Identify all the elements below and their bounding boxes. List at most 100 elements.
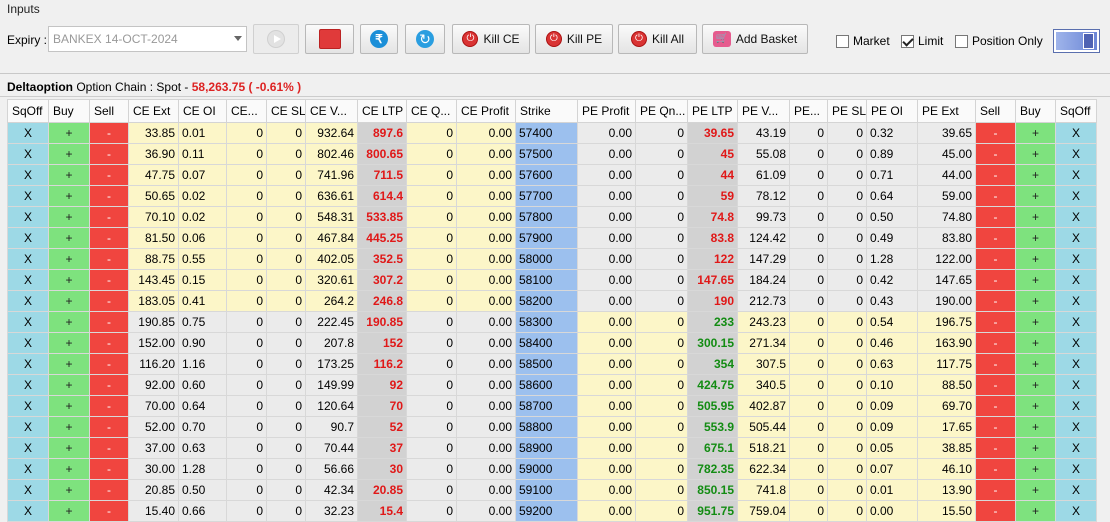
sell-button[interactable]: - [89, 269, 129, 291]
sell-button[interactable]: - [89, 206, 129, 228]
sell-button[interactable]: - [975, 122, 1016, 144]
sell-button[interactable]: - [89, 416, 129, 438]
buy-button[interactable]: + [48, 500, 90, 522]
column-header[interactable]: SqOff [1055, 99, 1097, 123]
sell-button[interactable]: - [975, 248, 1016, 270]
sell-button[interactable]: - [975, 269, 1016, 291]
buy-button[interactable]: + [1015, 122, 1056, 144]
column-header[interactable]: Sell [975, 99, 1016, 123]
sqoff-button[interactable]: X [7, 164, 49, 186]
sell-button[interactable]: - [975, 374, 1016, 396]
sqoff-button[interactable]: X [1055, 311, 1097, 333]
sqoff-button[interactable]: X [1055, 437, 1097, 459]
sell-button[interactable]: - [89, 164, 129, 186]
sell-button[interactable]: - [89, 353, 129, 375]
buy-button[interactable]: + [48, 374, 90, 396]
buy-button[interactable]: + [1015, 437, 1056, 459]
buy-button[interactable]: + [1015, 458, 1056, 480]
sqoff-button[interactable]: X [1055, 185, 1097, 207]
buy-button[interactable]: + [1015, 311, 1056, 333]
buy-button[interactable]: + [48, 164, 90, 186]
refresh-button[interactable]: ↻ [405, 24, 445, 54]
buy-button[interactable]: + [1015, 500, 1056, 522]
buy-button[interactable]: + [1015, 353, 1056, 375]
sqoff-button[interactable]: X [7, 353, 49, 375]
sell-button[interactable]: - [89, 479, 129, 501]
sell-button[interactable]: - [975, 458, 1016, 480]
sqoff-button[interactable]: X [7, 374, 49, 396]
sqoff-button[interactable]: X [1055, 227, 1097, 249]
sqoff-button[interactable]: X [7, 311, 49, 333]
column-header[interactable]: PE Profit [577, 99, 636, 123]
position-only-checkbox[interactable]: Position Only [955, 34, 1043, 48]
sqoff-button[interactable]: X [7, 458, 49, 480]
sqoff-button[interactable]: X [7, 479, 49, 501]
buy-button[interactable]: + [1015, 479, 1056, 501]
sell-button[interactable]: - [975, 479, 1016, 501]
sqoff-button[interactable]: X [7, 290, 49, 312]
sell-button[interactable]: - [975, 500, 1016, 522]
column-header[interactable]: PE OI [866, 99, 918, 123]
buy-button[interactable]: + [1015, 206, 1056, 228]
sqoff-button[interactable]: X [1055, 458, 1097, 480]
column-header[interactable]: CE... [226, 99, 267, 123]
buy-button[interactable]: + [48, 437, 90, 459]
limit-checkbox[interactable]: Limit [901, 34, 943, 48]
column-header[interactable]: SqOff [7, 99, 49, 123]
buy-button[interactable]: + [1015, 374, 1056, 396]
sqoff-button[interactable]: X [7, 332, 49, 354]
sell-button[interactable]: - [89, 122, 129, 144]
column-header[interactable]: CE Profit [456, 99, 516, 123]
buy-button[interactable]: + [1015, 248, 1056, 270]
sell-button[interactable]: - [89, 374, 129, 396]
column-header[interactable]: Buy [1015, 99, 1056, 123]
buy-button[interactable]: + [48, 122, 90, 144]
sqoff-button[interactable]: X [7, 500, 49, 522]
sell-button[interactable]: - [975, 185, 1016, 207]
sqoff-button[interactable]: X [7, 248, 49, 270]
mode-toggle[interactable] [1053, 29, 1100, 53]
column-header[interactable]: PE... [789, 99, 828, 123]
buy-button[interactable]: + [1015, 395, 1056, 417]
buy-button[interactable]: + [48, 458, 90, 480]
sqoff-button[interactable]: X [1055, 269, 1097, 291]
buy-button[interactable]: + [1015, 332, 1056, 354]
buy-button[interactable]: + [48, 479, 90, 501]
sell-button[interactable]: - [89, 143, 129, 165]
kill-pe-button[interactable]: ⏻ Kill PE [535, 24, 613, 54]
rupee-button[interactable]: ₹ [360, 24, 398, 54]
buy-button[interactable]: + [48, 416, 90, 438]
buy-button[interactable]: + [48, 353, 90, 375]
sell-button[interactable]: - [89, 290, 129, 312]
sell-button[interactable]: - [89, 458, 129, 480]
sqoff-button[interactable]: X [7, 437, 49, 459]
column-header[interactable]: Buy [48, 99, 90, 123]
sell-button[interactable]: - [89, 332, 129, 354]
column-header[interactable]: CE SL [266, 99, 306, 123]
buy-button[interactable]: + [1015, 269, 1056, 291]
sell-button[interactable]: - [975, 206, 1016, 228]
buy-button[interactable]: + [48, 269, 90, 291]
buy-button[interactable]: + [1015, 143, 1056, 165]
sell-button[interactable]: - [975, 353, 1016, 375]
buy-button[interactable]: + [48, 143, 90, 165]
column-header[interactable]: PE SL [827, 99, 867, 123]
column-header[interactable]: Strike [515, 99, 578, 123]
buy-button[interactable]: + [48, 290, 90, 312]
column-header[interactable]: CE OI [178, 99, 227, 123]
add-basket-button[interactable]: 🛒 Add Basket [702, 24, 808, 54]
sell-button[interactable]: - [975, 332, 1016, 354]
limit-checkbox-box[interactable] [901, 34, 914, 48]
sell-button[interactable]: - [975, 395, 1016, 417]
column-header[interactable]: PE V... [737, 99, 790, 123]
sqoff-button[interactable]: X [1055, 206, 1097, 228]
sqoff-button[interactable]: X [7, 416, 49, 438]
market-checkbox-box[interactable] [836, 34, 849, 48]
sell-button[interactable]: - [89, 395, 129, 417]
sqoff-button[interactable]: X [7, 395, 49, 417]
market-checkbox[interactable]: Market [836, 34, 890, 48]
sell-button[interactable]: - [975, 143, 1016, 165]
buy-button[interactable]: + [48, 311, 90, 333]
column-header[interactable]: PE LTP [687, 99, 738, 123]
sqoff-button[interactable]: X [7, 206, 49, 228]
